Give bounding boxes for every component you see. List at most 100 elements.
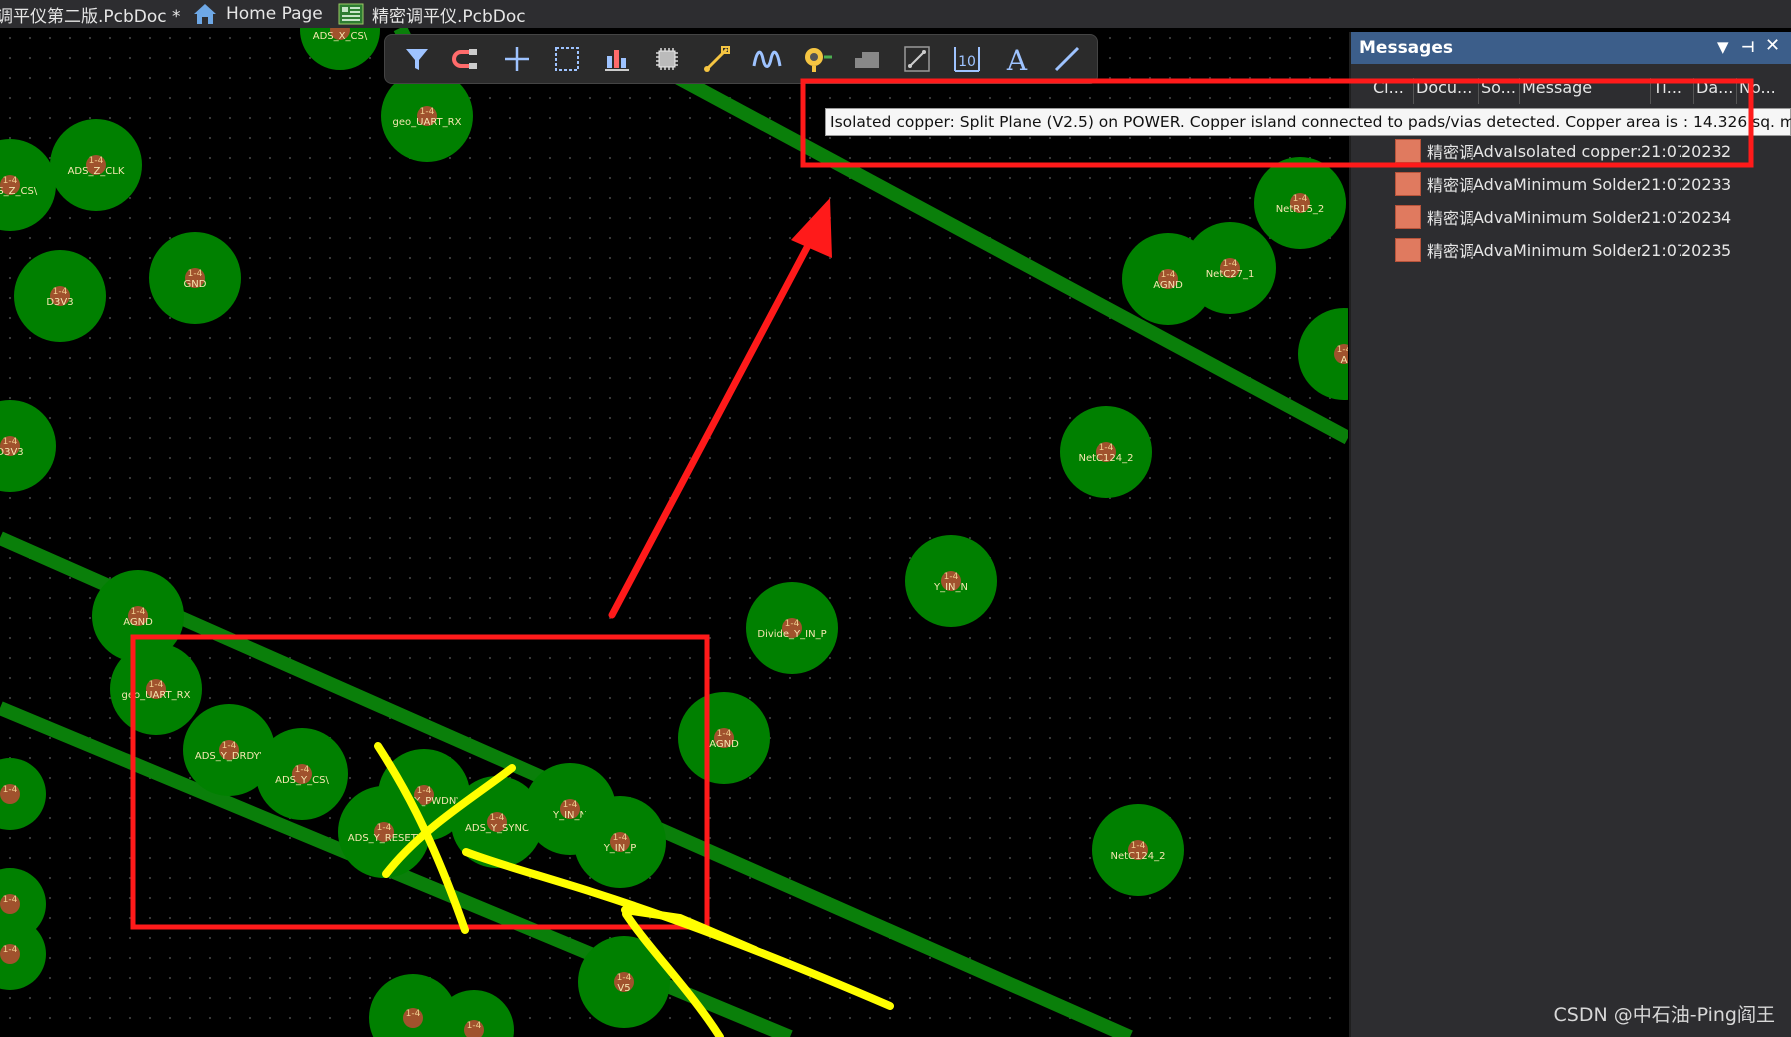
align-icon[interactable] [597, 39, 637, 79]
interactive-route-icon[interactable] [697, 39, 737, 79]
pad-layer-label: 1-4 [222, 741, 237, 751]
line-icon[interactable] [1047, 39, 1087, 79]
pad-layer-label: 1-4 [944, 572, 959, 582]
pad-net-label: NetC124_2 [1111, 851, 1166, 862]
pcb-pad[interactable]: 1-4ADS_X_CS\ [300, 28, 380, 70]
pad-layer-label: 1-4 [131, 607, 146, 617]
pcb-pad[interactable]: 1-4NetR15_2 [1254, 157, 1346, 249]
pad-layer-label: 1-4 [3, 437, 18, 447]
pad-layer-label: 1-4 [1131, 841, 1146, 851]
message-row[interactable]: 精密调 Adva Minimum Solder 21:07 2023 4 [1395, 202, 1741, 232]
column-document[interactable]: Docu... [1414, 78, 1479, 104]
pad-layer-label: 1-4 [149, 680, 164, 690]
pcb-pad[interactable]: 1-4ADS_Y_RESET\ [338, 786, 430, 878]
pad-net-label: AGND [709, 739, 739, 750]
pad-net-label: ADS_Y_RESET\ [348, 833, 421, 844]
pad-net-label: ADS_Y_DRDY\ [195, 751, 264, 762]
column-class[interactable]: Cl... [1371, 78, 1414, 104]
pad-layer-label: 1-4 [1337, 345, 1348, 355]
pad-layer-label: 1-4 [377, 823, 392, 833]
column-message[interactable]: Message [1520, 78, 1651, 104]
pcb-pad[interactable]: 1-4NetC27_1 [1184, 222, 1276, 314]
pad-layer-label: 1-4 [3, 895, 18, 905]
violation-icon [1395, 238, 1421, 262]
pcb-document-icon [338, 3, 364, 25]
pad-net-label: V5 [617, 983, 630, 994]
route-icon[interactable] [447, 39, 487, 79]
pad-net-label: D3V3 [46, 297, 73, 308]
watermark: CSDN @中石油-Ping阎王 [1553, 1004, 1776, 1026]
column-time[interactable]: Ti... [1651, 78, 1694, 104]
messages-panel-header: Messages ▼ ⊣ ✕ [1351, 32, 1791, 64]
pad-net-label: geo_UART_RX [393, 117, 462, 128]
pcb-pad[interactable]: 1-4Y_IN_P [574, 796, 666, 888]
string-number-icon[interactable]: 10 [947, 39, 987, 79]
violation-tooltip: Isolated copper: Split Plane (V2.5) on P… [825, 108, 1791, 136]
svg-text:A: A [1006, 44, 1028, 74]
messages-table-header: Cl... Docu... So... Message Ti... Da... … [1371, 78, 1791, 104]
pcb-pad[interactable]: 1-4D3V3 [0, 400, 56, 492]
pad-net-label: ADS_Z_CLK [68, 166, 125, 177]
pad-layer-label: 1-4 [490, 813, 505, 823]
pcb-pad[interactable]: 1-4D3V3 [14, 250, 106, 342]
pad-net-label: geo_UART_RX [122, 690, 191, 701]
pcb-pad[interactable]: 1-4 [0, 918, 46, 990]
messages-panel: Messages ▼ ⊣ ✕ Cl... Docu... So... Messa… [1349, 32, 1791, 1037]
pcb-pad[interactable]: 1-4Divide_Y_IN_P [746, 582, 838, 674]
pcb-pad[interactable]: 1-4ADS_Z_CLK [50, 119, 142, 211]
column-date[interactable]: Da... [1694, 78, 1737, 104]
cross-icon[interactable] [497, 39, 537, 79]
component-icon[interactable] [647, 39, 687, 79]
pad-net-label: ADS_Y_SYNC [465, 823, 529, 834]
pad-net-label: Y_IN_N [933, 582, 968, 593]
pcb-pad[interactable]: 1-4NetC124_2 [1060, 406, 1152, 498]
polygon-icon[interactable] [847, 39, 887, 79]
pad-layer-label: 1-4 [3, 945, 18, 955]
tab-pcbdoc-v2[interactable]: 调平仪第二版.PcbDoc * [0, 0, 181, 28]
pcb-pad[interactable]: 1-4V5 [578, 936, 670, 1028]
document-tab-bar: 调平仪第二版.PcbDoc * Home Page 精密调平仪.PcbDoc [0, 0, 1791, 28]
pcb-pad[interactable]: 1-4GND [149, 232, 241, 324]
pad-layer-label: 1-4 [1293, 194, 1308, 204]
filter-icon[interactable] [397, 39, 437, 79]
pcb-pad[interactable]: 1-4geo_UART_RX [110, 643, 202, 735]
tab-label: 精密调平仪.PcbDoc [372, 6, 526, 27]
tab-pcbdoc-precision[interactable]: 精密调平仪.PcbDoc [338, 0, 526, 28]
message-row[interactable]: 精密调 Adva Minimum Solder 21:07 2023 3 [1395, 169, 1741, 199]
pcb-pad[interactable]: 1-4Y_IN_N [905, 535, 997, 627]
pad-net-label: NetR15_2 [1276, 204, 1325, 215]
pcb-pad[interactable]: 1-4AGND [678, 692, 770, 784]
pad-net-label: Divide_Y_IN_P [757, 629, 826, 640]
pad-net-label: NetC124_2 [1079, 453, 1134, 464]
column-number[interactable]: No... [1737, 78, 1779, 104]
pcb-pad[interactable]: 1-4NetC124_2 [1092, 804, 1184, 896]
message-row[interactable]: 精密调 Adva Isolated copper: 21:07 2023 2 [1395, 136, 1741, 166]
text-icon[interactable]: A [997, 39, 1037, 79]
pad-net-label: AGND [1153, 280, 1183, 291]
dropdown-icon[interactable]: ▼ [1717, 38, 1729, 56]
pad-net-label: Y_IN_P [603, 843, 637, 854]
pad-net-label: D3V3 [0, 447, 24, 458]
pcb-editor-canvas[interactable]: 1-4ADS_X_CS\1-4geo_UART_RX1-4ADS_Z_CLK1-… [0, 28, 1348, 1037]
pin-icon[interactable]: ⊣ [1741, 38, 1755, 56]
pcb-pad[interactable]: 1-4ADS_Y_CS\ [256, 728, 348, 820]
pcb-pad[interactable]: 1-4ADS_Z_CS\ [0, 139, 56, 231]
pad-net-label: A [1341, 355, 1348, 366]
pad-layer-label: 1-4 [53, 287, 68, 297]
via-icon[interactable] [797, 39, 837, 79]
message-row[interactable]: 精密调 Adva Minimum Solder 21:07 2023 5 [1395, 235, 1741, 265]
pcb-pad[interactable]: 1-4A [1298, 308, 1348, 400]
column-source[interactable]: So... [1479, 78, 1520, 104]
pad-layer-label: 1-4 [1099, 443, 1114, 453]
panel-title: Messages [1359, 38, 1453, 58]
tab-label: 调平仪第二版.PcbDoc * [0, 6, 181, 27]
diff-pair-icon[interactable] [747, 39, 787, 79]
pad-layer: 1-4ADS_X_CS\1-4geo_UART_RX1-4ADS_Z_CLK1-… [0, 28, 1348, 1037]
pcb-pad[interactable]: 1-4 [0, 758, 46, 830]
dimension-icon[interactable] [897, 39, 937, 79]
close-icon[interactable]: ✕ [1765, 35, 1780, 56]
select-rect-icon[interactable] [547, 39, 587, 79]
pad-layer-label: 1-4 [89, 156, 104, 166]
tab-home-page[interactable]: Home Page [192, 0, 323, 28]
pcb-drawing: 1-4ADS_X_CS\1-4geo_UART_RX1-4ADS_Z_CLK1-… [0, 28, 1348, 1037]
